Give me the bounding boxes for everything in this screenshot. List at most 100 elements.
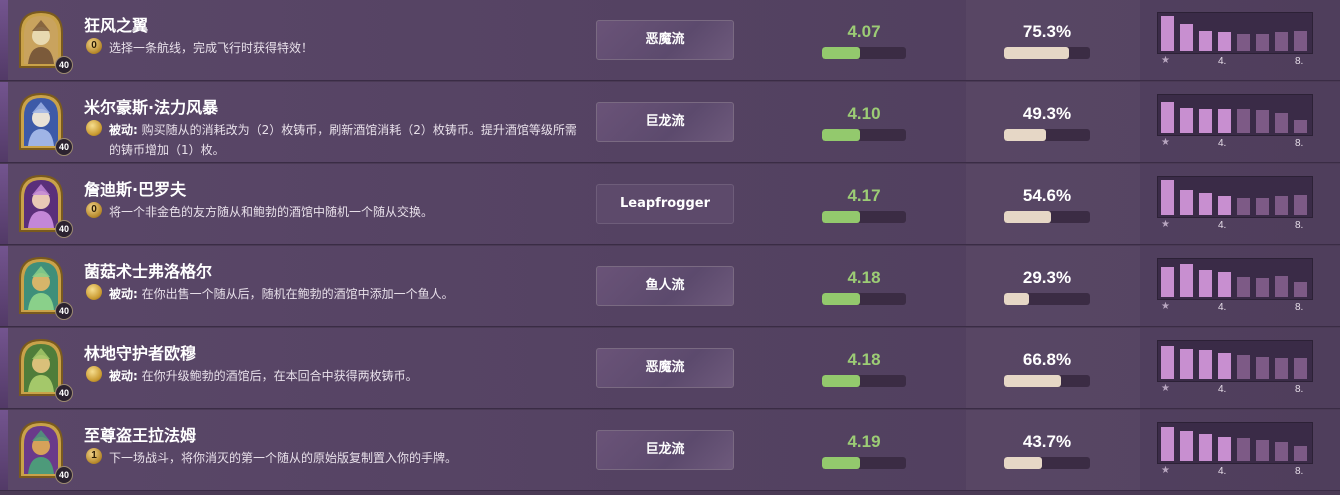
distribution-bar [1199,270,1212,297]
hero-row[interactable]: 40 林地守护者欧穆 被动: 在你升级鲍勃的酒馆后，在本回合中获得两枚铸币。 恶… [0,328,1340,409]
distribution-bar [1218,109,1231,133]
hero-name[interactable]: 狂风之翼 [84,12,148,36]
armor-badge: 40 [55,138,73,156]
comp-tag-button[interactable]: Leapfrogger [596,184,734,224]
coin-cost-icon: 0 [86,38,102,54]
avg-placement-value: 4.18 [847,268,881,287]
avg-placement-fill [822,293,860,305]
distribution-bar [1161,102,1174,133]
hero-name[interactable]: 米尔豪斯·法力风暴 [84,94,218,118]
armor-badge: 40 [55,56,73,74]
pick-rate-fill [1004,129,1047,141]
hero-name[interactable]: 林地守护者欧穆 [84,340,196,364]
distribution-bar [1180,349,1193,379]
pick-rate-bar [1004,129,1090,141]
pick-rate-bar [1004,457,1090,469]
comp-tag-button[interactable]: 恶魔流 [596,348,734,388]
pick-rate-bar [1004,375,1090,387]
power-keyword: 被动: [109,287,138,301]
distribution-bar [1218,353,1231,379]
placement-distribution-chart[interactable] [1157,422,1313,464]
pick-rate-value: 49.3% [1022,104,1072,123]
distribution-axis: ★ 4. 8. [1157,383,1313,397]
power-description: 在你出售一个随从后，随机在鲍勃的酒馆中添加一个鱼人。 [137,287,454,301]
placement-distribution-chart[interactable] [1157,94,1313,136]
hero-power-text: 被动: 在你升级鲍勃的酒馆后，在本回合中获得两枚铸币。 [109,366,579,386]
distribution-bar [1218,437,1231,461]
distribution-bar [1199,31,1212,51]
distribution-bar [1237,34,1250,51]
distribution-bar [1237,109,1250,133]
axis-label-4: 4. [1218,302,1227,313]
distribution-bar [1275,196,1288,215]
distribution-bar [1294,120,1307,133]
distribution-bar [1294,195,1307,215]
avg-placement-fill [822,47,860,59]
hero-power-text: 将一个非金色的友方随从和鲍勃的酒馆中随机一个随从交换。 [109,202,579,222]
power-description: 下一场战斗，将你消灭的第一个随从的原始版复制置入你的手牌。 [109,451,458,465]
avg-placement-fill [822,129,860,141]
distribution-axis: ★ 4. 8. [1157,137,1313,151]
distribution-bar [1161,267,1174,297]
distribution-bar [1180,24,1193,51]
comp-tag-button[interactable]: 巨龙流 [596,102,734,142]
pick-rate-value: 75.3% [1022,22,1072,41]
distribution-bar [1294,446,1307,461]
pick-rate-fill [1004,375,1062,387]
avg-placement-fill [822,375,860,387]
hero-row[interactable]: 40 米尔豪斯·法力风暴 被动: 购买随从的消耗改为（2）枚铸币，刷新酒馆消耗（… [0,82,1340,163]
distribution-axis: ★ 4. 8. [1157,301,1313,315]
axis-label-8: 8. [1295,56,1304,67]
hero-power-text: 被动: 在你出售一个随从后，随机在鲍勃的酒馆中添加一个鱼人。 [109,284,579,304]
hero-name[interactable]: 菌菇术士弗洛格尔 [84,258,212,282]
distribution-bar [1218,272,1231,297]
avg-placement-fill [822,211,860,223]
distribution-bar [1256,198,1269,215]
hero-row[interactable]: 40 狂风之翼 0 选择一条航线，完成飞行时获得特效！ 恶魔流 4.07 75.… [0,0,1340,81]
avg-placement-value: 4.07 [847,22,881,41]
distribution-bar [1275,113,1288,133]
placement-distribution-chart[interactable] [1157,12,1313,54]
hero-name[interactable]: 詹迪斯·巴罗夫 [84,176,186,200]
placement-distribution-chart[interactable] [1157,258,1313,300]
distribution-bar [1275,276,1288,297]
comp-tag-button[interactable]: 恶魔流 [596,20,734,60]
hero-row[interactable]: 40 詹迪斯·巴罗夫 0 将一个非金色的友方随从和鲍勃的酒馆中随机一个随从交换。… [0,164,1340,245]
comp-tag-button[interactable]: 鱼人流 [596,266,734,306]
placement-distribution-chart[interactable] [1157,176,1313,218]
power-keyword: 被动: [109,123,138,137]
avg-placement-bar [822,129,906,141]
pick-rate-fill [1004,293,1030,305]
pick-rate-bar [1004,211,1090,223]
armor-badge: 40 [55,220,73,238]
distribution-bar [1256,278,1269,297]
distribution-bar [1199,109,1212,133]
distribution-bar [1199,193,1212,215]
coin-cost-icon: 1 [86,448,102,464]
power-description: 选择一条航线，完成飞行时获得特效！ [109,41,314,55]
distribution-bar [1256,357,1269,379]
pick-rate-value: 29.3% [1022,268,1072,287]
armor-badge: 40 [55,466,73,484]
first-place-icon: ★ [1161,465,1170,476]
hero-name[interactable]: 至尊盗王拉法姆 [84,422,196,446]
power-description: 将一个非金色的友方随从和鲍勃的酒馆中随机一个随从交换。 [109,205,434,219]
axis-label-8: 8. [1295,302,1304,313]
placement-distribution-chart[interactable] [1157,340,1313,382]
hero-row[interactable]: 40 菌菇术士弗洛格尔 被动: 在你出售一个随从后，随机在鲍勃的酒馆中添加一个鱼… [0,246,1340,327]
distribution-bar [1180,190,1193,215]
distribution-bar [1161,346,1174,379]
hero-row[interactable]: 40 至尊盗王拉法姆 1 下一场战斗，将你消灭的第一个随从的原始版复制置入你的手… [0,410,1340,491]
distribution-bar [1161,180,1174,215]
distribution-bar [1294,282,1307,297]
axis-label-4: 4. [1218,220,1227,231]
distribution-bar [1218,196,1231,215]
avg-placement-value: 4.18 [847,350,881,369]
distribution-bar [1294,31,1307,51]
axis-label-4: 4. [1218,384,1227,395]
distribution-bar [1237,438,1250,461]
pick-rate-fill [1004,211,1051,223]
distribution-bar [1256,34,1269,51]
avg-placement-bar [822,211,906,223]
comp-tag-button[interactable]: 巨龙流 [596,430,734,470]
